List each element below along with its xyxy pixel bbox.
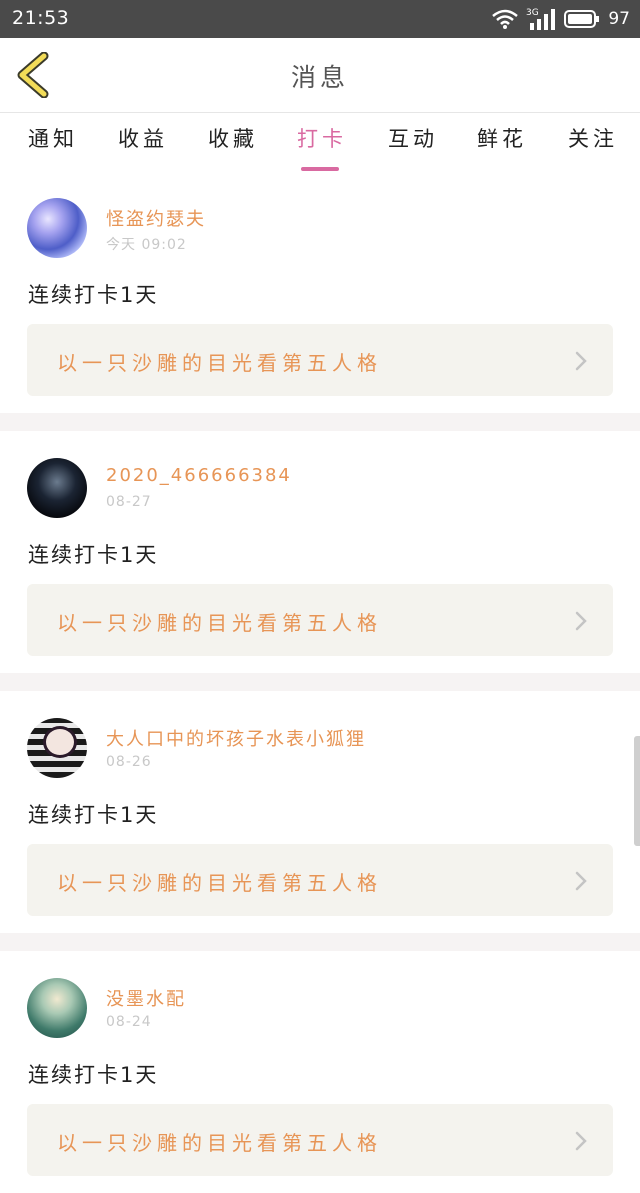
tab-interactions[interactable]: 互动 — [388, 123, 438, 163]
avatar[interactable] — [27, 718, 87, 778]
timestamp: 今天 09:02 — [106, 237, 187, 253]
article-title: 以一只沙雕的目光看第五人格 — [57, 1131, 382, 1155]
status-time: 21:53 — [12, 7, 70, 29]
article-title: 以一只沙雕的目光看第五人格 — [57, 871, 382, 895]
chevron-right-icon — [575, 1131, 587, 1151]
page-title: 消息 — [290, 63, 349, 92]
streak-text: 连续打卡1天 — [28, 283, 159, 307]
tab-notifications[interactable]: 通知 — [28, 123, 78, 163]
tab-label: 鲜花 — [477, 127, 527, 151]
wifi-icon — [492, 9, 519, 29]
divider — [0, 933, 640, 951]
username[interactable]: 2020_466666384 — [106, 465, 292, 486]
username[interactable]: 怪盗约瑟夫 — [106, 205, 206, 231]
header: 消息 — [0, 38, 640, 113]
timestamp: 08-26 — [106, 754, 152, 770]
article-link[interactable]: 以一只沙雕的目光看第五人格 — [27, 1104, 613, 1176]
article-link[interactable]: 以一只沙雕的目光看第五人格 — [27, 584, 613, 656]
article-link[interactable]: 以一只沙雕的目光看第五人格 — [27, 844, 613, 916]
scroll-indicator[interactable] — [634, 736, 640, 846]
status-icons: 3G 97 — [492, 6, 630, 32]
network-type: 3G — [526, 8, 539, 18]
tab-following[interactable]: 关注 — [568, 123, 618, 163]
article-title: 以一只沙雕的目光看第五人格 — [57, 351, 382, 375]
tab-label: 关注 — [568, 127, 618, 151]
battery-icon — [564, 10, 600, 28]
avatar[interactable] — [27, 978, 87, 1038]
streak-text: 连续打卡1天 — [28, 1063, 159, 1087]
chevron-right-icon — [575, 611, 587, 631]
tab-earnings[interactable]: 收益 — [118, 123, 168, 163]
avatar[interactable] — [27, 458, 87, 518]
tab-flowers[interactable]: 鲜花 — [477, 123, 527, 163]
chevron-right-icon — [575, 871, 587, 891]
streak-text: 连续打卡1天 — [28, 543, 159, 567]
checkin-card: 没墨水配 08-24 连续打卡1天 以一只沙雕的目光看第五人格 — [0, 951, 640, 1193]
tab-label: 互动 — [388, 127, 438, 151]
tab-bar: 通知 收益 收藏 打卡 互动 鲜花 关注 — [0, 113, 640, 171]
tab-label: 收益 — [118, 127, 168, 151]
tab-label: 通知 — [28, 127, 78, 151]
avatar-face — [43, 726, 77, 758]
chevron-right-icon — [575, 351, 587, 371]
username[interactable]: 大人口中的坏孩子水表小狐狸 — [106, 725, 366, 751]
signal-icon: 3G — [526, 8, 556, 30]
divider — [0, 673, 640, 691]
checkin-card: 怪盗约瑟夫 今天 09:02 连续打卡1天 以一只沙雕的目光看第五人格 — [0, 171, 640, 413]
timestamp: 08-27 — [106, 494, 152, 510]
status-bar: 21:53 3G 97 — [0, 0, 640, 38]
tab-favorites[interactable]: 收藏 — [208, 123, 258, 163]
checkin-card: 2020_466666384 08-27 连续打卡1天 以一只沙雕的目光看第五人… — [0, 431, 640, 673]
article-link[interactable]: 以一只沙雕的目光看第五人格 — [27, 324, 613, 396]
divider — [0, 413, 640, 431]
streak-text: 连续打卡1天 — [28, 803, 159, 827]
username[interactable]: 没墨水配 — [106, 985, 186, 1011]
tab-checkin[interactable]: 打卡 — [297, 123, 347, 171]
article-title: 以一只沙雕的目光看第五人格 — [57, 611, 382, 635]
timestamp: 08-24 — [106, 1014, 152, 1030]
battery-level: 97 — [608, 9, 630, 29]
avatar[interactable] — [27, 198, 87, 258]
tab-label: 收藏 — [208, 127, 258, 151]
tab-label: 打卡 — [297, 127, 347, 151]
checkin-card: 大人口中的坏孩子水表小狐狸 08-26 连续打卡1天 以一只沙雕的目光看第五人格 — [0, 691, 640, 933]
checkin-feed: 怪盗约瑟夫 今天 09:02 连续打卡1天 以一只沙雕的目光看第五人格 2020… — [0, 171, 640, 1193]
